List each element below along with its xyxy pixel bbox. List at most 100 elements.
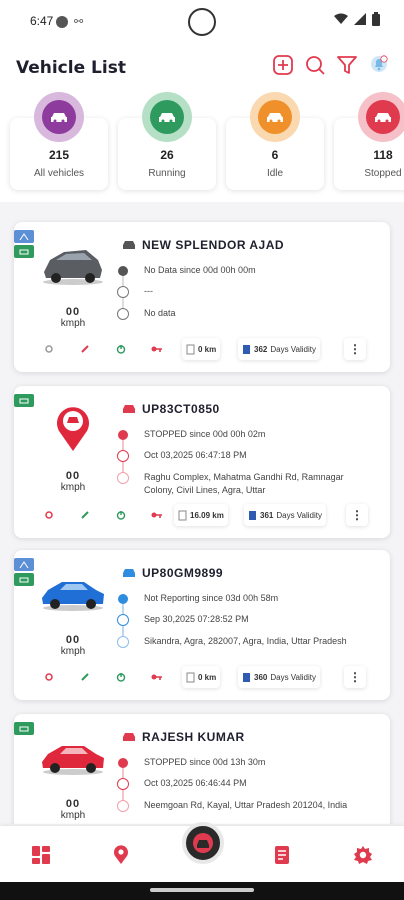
filter-icon [337, 56, 357, 74]
nav-vehicles-fab[interactable] [182, 822, 224, 864]
speed-unit: kmph [60, 318, 86, 329]
summary-count: 118 [373, 148, 393, 162]
distance-badge: 16.09 km [174, 504, 228, 526]
summary-card-all[interactable]: 215 All vehicles [10, 92, 108, 202]
search-button[interactable] [304, 54, 326, 76]
vehicle-image [38, 236, 108, 292]
nav-map[interactable] [110, 844, 132, 866]
ac-button[interactable] [74, 666, 96, 688]
car-icon [366, 100, 400, 134]
odometer-icon [178, 510, 187, 520]
nav-dashboard[interactable] [30, 844, 52, 866]
home-gesture-handle[interactable] [150, 888, 254, 892]
vehicle-name: NEW SPLENDOR AJAD [142, 238, 285, 252]
nav-reports[interactable] [272, 844, 294, 866]
more-options-button[interactable]: ⋮ [344, 338, 366, 360]
ac-button[interactable] [74, 338, 96, 360]
car-icon [193, 833, 213, 853]
vehicle-name: UP80GM9899 [142, 566, 224, 580]
ignition-button[interactable] [38, 504, 60, 526]
lock-button[interactable] [146, 666, 168, 688]
car-icon [258, 100, 292, 134]
key-icon [151, 346, 162, 352]
summary-card-stopped[interactable]: 118 Stopped [334, 92, 404, 202]
page-title: Vehicle List [16, 58, 126, 78]
summary-label: All vehicles [33, 168, 85, 179]
distance-value: 0 km [198, 672, 217, 682]
power-button[interactable] [110, 666, 132, 688]
system-navigation-bar [0, 882, 404, 900]
validity-number: 361 [260, 510, 274, 520]
summary-label: Running [148, 168, 186, 179]
lock-button[interactable] [146, 338, 168, 360]
filter-button[interactable] [336, 54, 358, 76]
vehicle-card[interactable]: 00 kmph NEW SPLENDOR AJAD No Data since … [14, 222, 390, 372]
vehicle-card[interactable]: 00 kmph UP83CT0850 STOPPED since 00d 00h… [14, 386, 390, 538]
key-icon [81, 345, 89, 353]
vehicle-image [38, 728, 108, 784]
gear-small-icon [45, 345, 53, 353]
power-button[interactable] [110, 504, 132, 526]
speed-unit: kmph [60, 810, 86, 821]
speed-unit: kmph [60, 482, 86, 493]
gear-icon [354, 846, 372, 864]
bottom-navigation [0, 822, 404, 882]
clock-icon [117, 450, 129, 462]
more-vert-icon: ⋮ [349, 670, 361, 684]
key-icon [151, 512, 162, 518]
vehicle-name: RAJESH KUMAR [142, 730, 245, 744]
more-options-button[interactable]: ⋮ [344, 666, 366, 688]
vehicle-image [38, 400, 108, 456]
gps-flag-icon [14, 722, 34, 735]
status-dot-icon [118, 594, 128, 604]
ac-button[interactable] [74, 504, 96, 526]
notification-icon [371, 55, 388, 72]
summary-card-idle[interactable]: 6 Idle [226, 92, 324, 202]
vehicle-list[interactable]: 00 kmph NEW SPLENDOR AJAD No Data since … [0, 212, 404, 824]
odometer-icon [186, 672, 195, 682]
lock-button[interactable] [146, 504, 168, 526]
search-icon [306, 56, 325, 75]
summary-ring [358, 92, 404, 142]
add-vehicle-button[interactable] [272, 54, 294, 76]
location-pin-icon [117, 472, 129, 484]
notification-button[interactable] [368, 54, 390, 76]
summary-label: Stopped [364, 168, 402, 179]
location-pin-icon [117, 308, 129, 320]
network-flag-icon [14, 230, 34, 243]
summary-ring [34, 92, 84, 142]
location-pin-icon [117, 800, 129, 812]
location-pin-icon [114, 845, 128, 864]
nav-settings[interactable] [352, 844, 374, 866]
car-icon [123, 405, 135, 413]
odometer-icon [186, 344, 195, 354]
ignition-button[interactable] [38, 338, 60, 360]
more-options-button[interactable]: ⋮ [346, 504, 368, 526]
validity-number: 360 [254, 672, 268, 682]
distance-badge: 0 km [182, 666, 221, 688]
vehicle-card[interactable]: 00 kmph UP80GM9899 Not Reporting since 0… [14, 550, 390, 700]
wifi-icon [334, 13, 348, 24]
key-icon [81, 673, 89, 681]
calendar-icon [243, 672, 250, 682]
gps-flag-icon [14, 245, 34, 258]
validity-badge: 361 Days Validity [244, 504, 327, 526]
status-bar: 6:47 ⚯ [0, 0, 404, 44]
status-dot-icon [118, 266, 128, 276]
distance-value: 16.09 km [190, 510, 224, 520]
speed-value: 00 [65, 470, 81, 482]
key-icon [151, 674, 162, 680]
ignition-button[interactable] [38, 666, 60, 688]
location-pin-icon [117, 636, 129, 648]
summary-card-running[interactable]: 26 Running [118, 92, 216, 202]
car-icon [123, 569, 135, 577]
status-dot-icon [118, 758, 128, 768]
more-vert-icon: ⋮ [349, 342, 361, 356]
car-icon [42, 100, 76, 134]
calendar-icon [243, 344, 250, 354]
validity-number: 362 [254, 344, 268, 354]
power-button[interactable] [110, 338, 132, 360]
vehicle-card[interactable]: 00 kmph RAJESH KUMAR STOPPED since 00d 1… [14, 714, 390, 824]
vehicle-address: Sikandra, Agra, 282007, Agra, India, Utt… [144, 636, 347, 646]
summary-count: 26 [160, 148, 174, 162]
